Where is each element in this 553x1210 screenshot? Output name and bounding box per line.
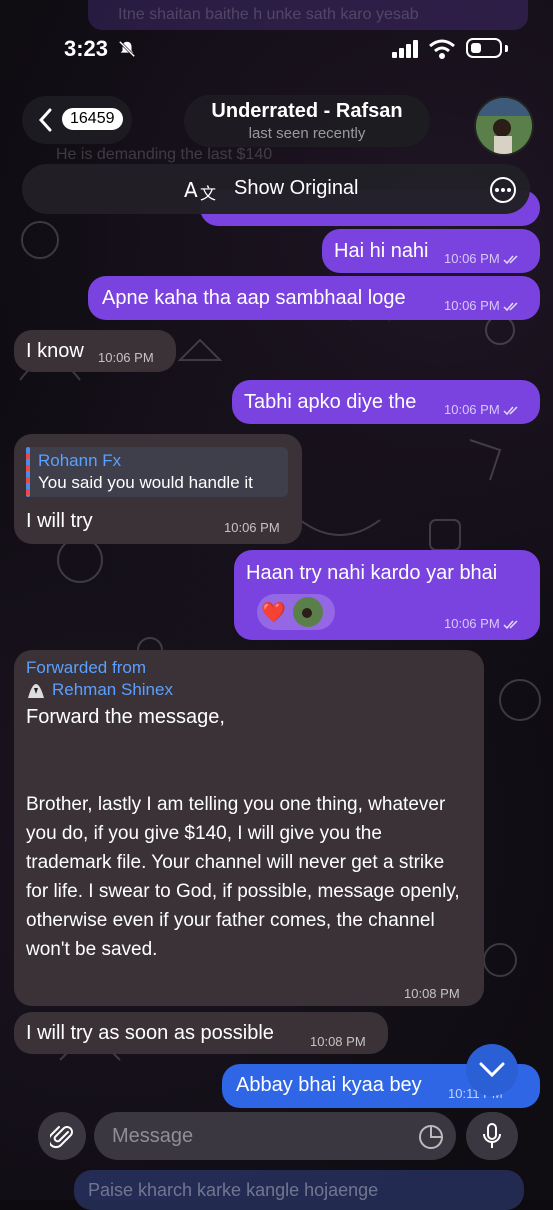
microphone-icon [483, 1123, 501, 1148]
sticker-icon[interactable] [418, 1124, 444, 1150]
wifi-icon [429, 39, 455, 59]
message-bubble-out[interactable]: Tabhi apko diye the 10:06 PM [232, 380, 540, 424]
paperclip-icon [50, 1126, 73, 1149]
message-text: I will try as soon as possible [26, 1022, 274, 1044]
message-text: Abbay bhai kyaa bey [236, 1074, 422, 1096]
message-text: Haan try nahi kardo yar bhai [246, 562, 498, 584]
faded-bottom-bubble: Paise kharch karke kangle hojaenge [74, 1170, 524, 1210]
message-meta: 10:06 PM [444, 251, 521, 266]
message-time: 10:06 PM [444, 251, 500, 266]
cellular-signal-icon [392, 40, 418, 58]
message-text: Forward the message, [26, 706, 225, 728]
forwarded-from-label: Forwarded from [26, 658, 146, 677]
double-check-icon [503, 302, 518, 311]
translate-icon: A文 [184, 178, 216, 203]
message-input[interactable]: Message [94, 1112, 456, 1160]
heart-reaction-icon: ❤️ [261, 602, 286, 624]
show-original-label: Show Original [234, 177, 359, 199]
faded-mid-text: He is demanding the last $140 [56, 146, 273, 163]
forward-source-name[interactable]: Rehman Shinex [52, 680, 173, 700]
message-meta: 10:06 PM [444, 616, 521, 631]
back-button[interactable]: 16459 [22, 96, 132, 144]
message-bubble-in[interactable]: I will try as soon as possible 10:08 PM [14, 1012, 388, 1054]
message-meta: 10:06 PM [444, 402, 521, 417]
attach-button[interactable] [38, 1112, 86, 1160]
message-text: Tabhi apko diye the [244, 391, 417, 413]
message-text: Apne kaha tha aap sambhaal loge [102, 287, 406, 309]
message-meta: 10:06 PM [444, 298, 521, 313]
chat-title: Underrated - Rafsan [211, 100, 403, 122]
message-placeholder: Message [112, 1125, 194, 1147]
status-time: 3:23 [64, 36, 109, 61]
message-text: I know [26, 340, 84, 362]
message-text: I will try [26, 510, 93, 532]
chevron-down-icon [479, 1062, 505, 1078]
message-bubble-out[interactable]: Hai hi nahi 10:06 PM [322, 229, 540, 273]
voice-record-button[interactable] [466, 1112, 518, 1160]
reply-text: You said you would handle it [38, 473, 253, 492]
chevron-left-icon [38, 108, 52, 132]
message-time: 10:06 PM [224, 520, 280, 535]
battery-icon [466, 38, 502, 58]
message-time: 10:06 PM [444, 402, 500, 417]
message-bubble-in[interactable]: I know 10:06 PM [14, 330, 176, 372]
message-bubble-out[interactable]: Apne kaha tha aap sambhaal loge 10:06 PM [88, 276, 540, 320]
reply-quote-bar [26, 447, 30, 497]
reply-author: Rohann Fx [38, 451, 122, 470]
more-options-icon[interactable] [489, 176, 517, 204]
reaction-pill[interactable]: ❤️ [257, 594, 335, 630]
message-time: 10:08 PM [310, 1034, 366, 1049]
contact-avatar[interactable] [474, 96, 534, 156]
double-check-icon [503, 255, 518, 264]
reactor-avatar [293, 597, 323, 627]
unread-count-badge: 16459 [62, 108, 123, 130]
svg-text:A: A [184, 178, 198, 202]
message-text: Hai hi nahi [334, 240, 429, 262]
message-time: 10:06 PM [444, 616, 500, 631]
message-time: 10:06 PM [444, 298, 500, 313]
avatar-image [476, 98, 532, 154]
translate-bar[interactable]: A文 Show Original [22, 164, 530, 214]
message-time: 10:06 PM [98, 350, 154, 365]
scroll-to-bottom-button[interactable] [466, 1044, 518, 1096]
forward-source-avatar [28, 684, 44, 698]
bell-muted-icon [118, 40, 136, 58]
faded-bottom-text: Paise kharch karke kangle hojaenge [88, 1180, 379, 1200]
chat-title-area[interactable]: Underrated - Rafsan last seen recently [184, 95, 430, 147]
message-text: Brother, lastly I am telling you one thi… [26, 794, 460, 960]
last-seen-status: last seen recently [248, 125, 366, 142]
battery-tip [505, 45, 508, 52]
status-bar: 3:23 [0, 0, 553, 90]
reply-quote[interactable]: Rohann Fx You said you would handle it [26, 447, 288, 497]
message-time: 10:08 PM [404, 986, 460, 1001]
svg-text:文: 文 [200, 184, 216, 203]
double-check-icon [503, 406, 518, 415]
double-check-icon [503, 620, 518, 629]
